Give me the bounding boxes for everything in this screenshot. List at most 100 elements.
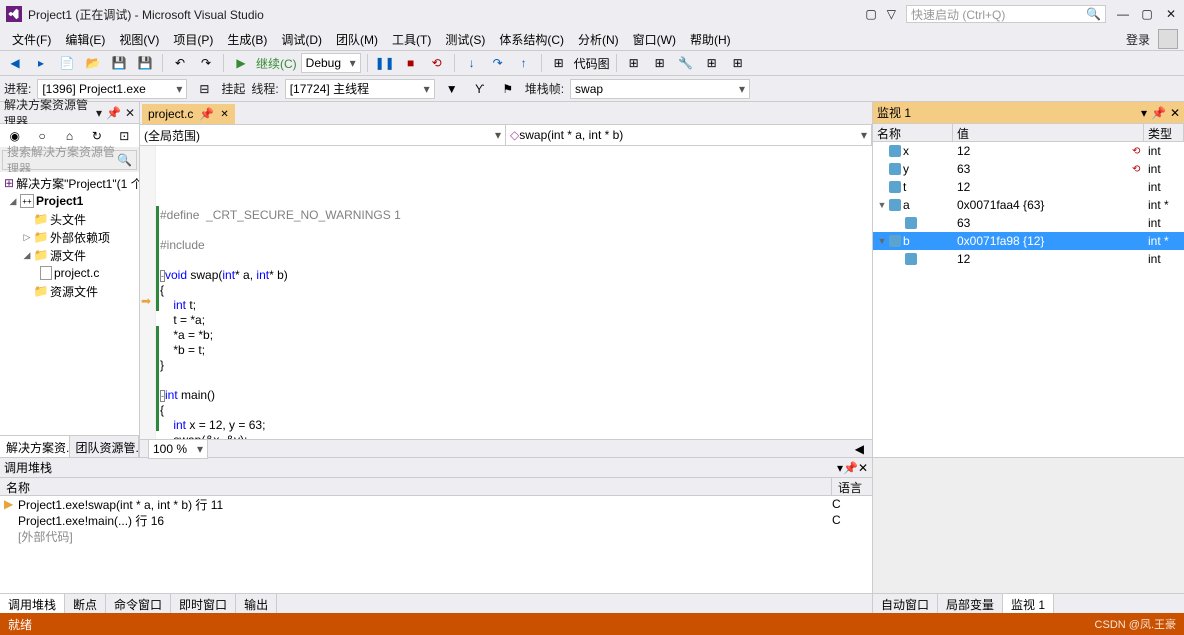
close-icon[interactable]: ✕ [1170,106,1180,120]
menu-item[interactable]: 生成(B) [221,29,273,50]
config-dropdown[interactable]: Debug [301,53,361,73]
menu-item[interactable]: 团队(M) [330,29,384,50]
step-out-button[interactable]: ↑ [513,52,535,74]
minimize-button[interactable]: — [1116,7,1130,21]
thread-dropdown[interactable]: [17724] 主线程 [285,79,435,99]
step-over-button[interactable]: ↷ [487,52,509,74]
bottom-tab[interactable]: 即时窗口 [171,594,236,613]
process-dropdown[interactable]: [1396] Project1.exe [37,79,187,99]
redo-button[interactable]: ↷ [195,52,217,74]
col-name[interactable]: 名称 [873,124,953,141]
filter-button[interactable]: ▼ [441,78,463,100]
col-value[interactable]: 值 [953,124,1144,141]
feedback-icon[interactable]: ▢ [865,7,876,21]
pin-icon[interactable]: 📌 [106,106,121,120]
pin-icon[interactable]: 📌 [843,461,858,475]
watch-row[interactable]: y 63⟲ int [873,160,1184,178]
funnel-icon[interactable]: Ƴ [469,78,491,100]
solution-explorer-button[interactable]: ⊞ [623,52,645,74]
watch-row[interactable]: t 12 int [873,178,1184,196]
menu-item[interactable]: 视图(V) [113,29,165,50]
stackframe-dropdown[interactable]: swap [570,79,750,99]
callstack-row[interactable]: Project1.exe!main(...) 行 16C [0,512,872,528]
close-tab-icon[interactable]: ✕ [220,109,228,120]
continue-label[interactable]: 继续(C) [256,55,297,72]
solution-tree[interactable]: ⊞解决方案"Project1"(1 个 ◢++Project1 📁头文件 ▷📁外… [0,172,139,435]
nav-fwd-button[interactable]: ▸ [30,52,52,74]
watch-row[interactable]: ▼b 0x0071fa98 {12} int * [873,232,1184,250]
document-tab[interactable]: project.c📌✕ [142,104,235,124]
bottom-tab[interactable]: 局部变量 [938,594,1003,613]
menu-item[interactable]: 体系结构(C) [493,29,570,50]
col-name[interactable]: 名称 [0,478,832,495]
toolbox-button[interactable]: ⊞ [701,52,723,74]
menu-item[interactable]: 项目(P) [167,29,219,50]
function-dropdown[interactable]: ◇ swap(int * a, int * b) [506,125,872,145]
zoom-dropdown[interactable]: 100 % [148,439,208,459]
undo-button[interactable]: ↶ [169,52,191,74]
editor-gutter[interactable]: ➡ [140,146,156,439]
refresh-icon[interactable]: ⟲ [1132,164,1144,175]
bottom-tab[interactable]: 输出 [236,594,277,613]
restart-button[interactable]: ⟲ [426,52,448,74]
menu-item[interactable]: 文件(F) [6,29,57,50]
pin-icon[interactable]: 📌 [1151,106,1166,120]
col-lang[interactable]: 语言 [832,478,872,495]
codemap-label[interactable]: 代码图 [574,55,610,72]
start-page-button[interactable]: ⊞ [727,52,749,74]
pause-button[interactable]: ❚❚ [374,52,396,74]
save-all-button[interactable]: 💾 [134,52,156,74]
menu-item[interactable]: 窗口(W) [627,29,682,50]
menu-item[interactable]: 工具(T) [386,29,437,50]
flag-icon[interactable]: ⚑ [497,78,519,100]
callstack-rows[interactable]: ▶Project1.exe!swap(int * a, int * b) 行 1… [0,496,872,593]
callstack-row[interactable]: ▶Project1.exe!swap(int * a, int * b) 行 1… [0,496,872,512]
bottom-tab[interactable]: 断点 [65,594,106,613]
scroll-left-icon[interactable]: ◀ [855,442,864,456]
codemap-icon[interactable]: ⊞ [548,52,570,74]
refresh-icon[interactable]: ⟲ [1132,146,1144,157]
bottom-tab[interactable]: 监视 1 [1003,594,1054,613]
watch-row[interactable]: 12 int [873,250,1184,268]
menu-item[interactable]: 测试(S) [439,29,491,50]
source-file[interactable]: project.c [0,264,139,282]
sign-in-link[interactable]: 登录 [1120,29,1156,50]
stop-button[interactable]: ■ [400,52,422,74]
watch-row[interactable]: x 12⟲ int [873,142,1184,160]
nav-back-button[interactable]: ◀ [4,52,26,74]
bottom-tab[interactable]: 自动窗口 [873,594,938,613]
notifications-icon[interactable]: ▽ [887,7,896,21]
solution-search-input[interactable]: 搜索解决方案资源管理器🔍 [2,150,137,170]
continue-button[interactable]: ▶ [230,52,252,74]
menu-item[interactable]: 帮助(H) [684,29,737,50]
callstack-row[interactable]: [外部代码] [0,528,872,544]
quick-launch-input[interactable]: 快速启动 (Ctrl+Q)🔍 [906,5,1106,23]
bottom-tab[interactable]: 调用堆栈 [0,594,65,613]
new-file-button[interactable]: 📄 [56,52,78,74]
solution-node[interactable]: ⊞解决方案"Project1"(1 个 [0,174,139,192]
close-icon[interactable]: ✕ [858,461,868,475]
col-type[interactable]: 类型 [1144,124,1184,141]
menu-item[interactable]: 编辑(E) [59,29,111,50]
bottom-tab[interactable]: 命令窗口 [106,594,171,613]
headers-folder[interactable]: 📁头文件 [0,210,139,228]
menu-item[interactable]: 调试(D) [275,29,328,50]
menu-item[interactable]: 分析(N) [572,29,625,50]
avatar-icon[interactable] [1158,29,1178,49]
close-button[interactable]: ✕ [1164,7,1178,21]
watch-row[interactable]: ▼a 0x0071faa4 {63} int * [873,196,1184,214]
watch-rows[interactable]: x 12⟲ int y 63⟲ int t 12 int ▼a 0x0071fa… [873,142,1184,457]
code-editor[interactable]: #define _CRT_SECURE_NO_WARNINGS 1 #inclu… [156,146,872,439]
suspend-icon[interactable]: ⊟ [193,78,215,100]
resource-folder[interactable]: 📁资源文件 [0,282,139,300]
pin-icon[interactable]: 📌 [199,107,214,121]
project-node[interactable]: ◢++Project1 [0,192,139,210]
save-button[interactable]: 💾 [108,52,130,74]
properties-button[interactable]: 🔧 [675,52,697,74]
tab-team-explorer[interactable]: 团队资源管... [70,436,140,457]
maximize-button[interactable]: ▢ [1140,7,1154,21]
close-icon[interactable]: ✕ [125,106,135,120]
scope-dropdown[interactable]: (全局范围) [140,125,506,145]
source-folder[interactable]: ◢📁源文件 [0,246,139,264]
dropdown-icon[interactable]: ▾ [1141,106,1147,120]
